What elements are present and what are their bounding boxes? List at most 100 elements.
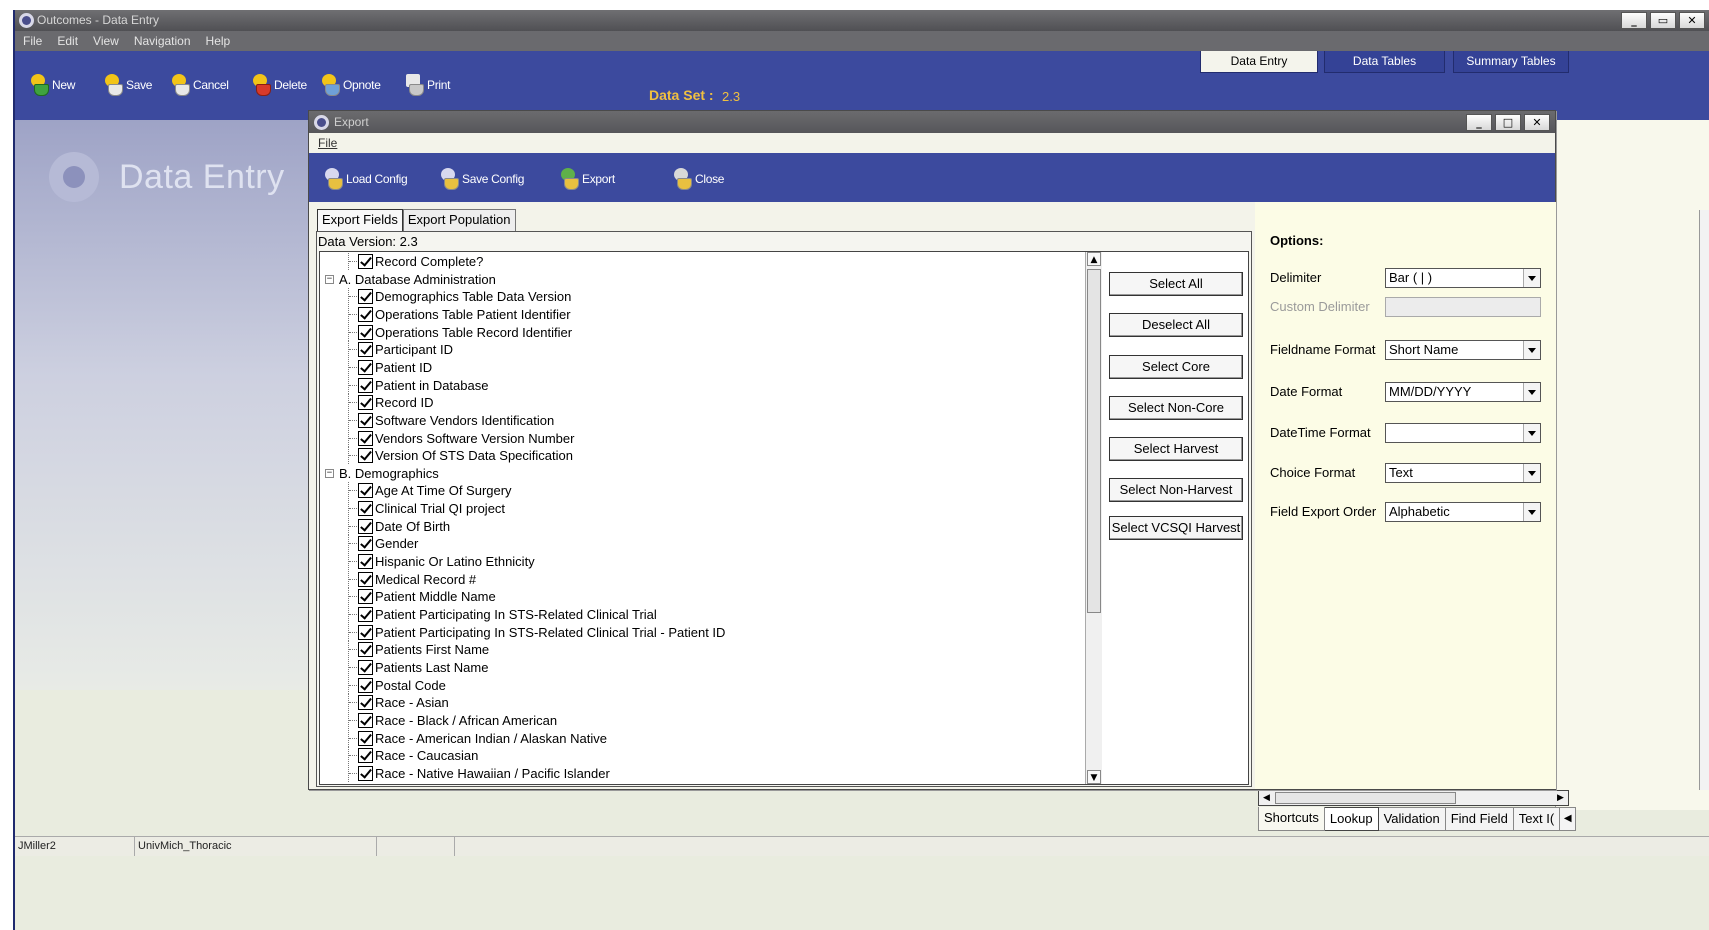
field-checkbox[interactable] <box>358 695 373 711</box>
tree-item[interactable]: Vendors Software Version Number <box>348 429 574 447</box>
tab-scroll-left-icon[interactable]: ◀ <box>1560 807 1577 831</box>
load-config-button[interactable]: Load Config <box>323 165 408 193</box>
field-checkbox[interactable] <box>358 571 373 587</box>
tree-item[interactable]: Date Of Birth <box>348 517 450 535</box>
field-checkbox[interactable] <box>358 659 373 675</box>
tab-lookup[interactable]: Lookup <box>1324 807 1379 831</box>
tree-item[interactable]: Patients First Name <box>348 641 489 659</box>
tab-export-fields[interactable]: Export Fields <box>317 209 403 231</box>
tab-find-field[interactable]: Find Field <box>1445 807 1514 831</box>
field-checkbox[interactable] <box>358 377 373 393</box>
scroll-right-icon[interactable]: ▶ <box>1553 791 1568 805</box>
choice-format-select[interactable]: Text <box>1385 463 1541 483</box>
field-checkbox[interactable] <box>358 324 373 340</box>
tree-item[interactable]: Hispanic Or Latino Ethnicity <box>348 553 535 571</box>
menu-file[interactable]: File <box>23 31 42 51</box>
delimiter-select[interactable]: Bar ( | ) <box>1385 268 1541 288</box>
tree-item[interactable]: Patient in Database <box>348 376 488 394</box>
chevron-down-icon[interactable] <box>1523 383 1540 401</box>
close-button[interactable]: ✕ <box>1679 12 1705 29</box>
field-checkbox[interactable] <box>358 589 373 605</box>
tree-item[interactable]: Race - Black / African American <box>348 711 557 729</box>
tree-group[interactable]: − B. Demographics <box>320 465 439 482</box>
field-checkbox[interactable] <box>358 748 373 764</box>
tree-item[interactable]: Demographics Table Data Version <box>348 288 571 306</box>
tree-item[interactable]: Operations Table Patient Identifier <box>348 305 571 323</box>
horizontal-scrollbar[interactable]: ◀ ▶ <box>1258 790 1569 806</box>
select-vcsqi-harvest-button[interactable]: Select VCSQI Harvest <box>1109 516 1243 540</box>
tab-export-population[interactable]: Export Population <box>402 209 516 231</box>
scroll-down-icon[interactable]: ▼ <box>1087 770 1101 784</box>
side-scrollbar[interactable] <box>1699 210 1709 790</box>
select-non-harvest-button[interactable]: Select Non-Harvest <box>1109 478 1243 502</box>
tree-item[interactable]: Patient Participating In STS-Related Cli… <box>348 606 657 623</box>
datetime-format-select[interactable] <box>1385 423 1541 443</box>
scroll-up-icon[interactable]: ▲ <box>1087 252 1101 266</box>
save-config-button[interactable]: Save Config <box>439 165 524 193</box>
chevron-down-icon[interactable] <box>1523 341 1540 359</box>
field-checkbox[interactable] <box>358 306 373 322</box>
print-button[interactable]: Print <box>404 71 450 99</box>
menu-help[interactable]: Help <box>206 31 231 51</box>
export-close-button[interactable]: ✕ <box>1524 114 1550 131</box>
deselect-all-button[interactable]: Deselect All <box>1109 313 1243 337</box>
field-checkbox[interactable] <box>358 395 373 411</box>
field-checkbox[interactable] <box>358 536 373 552</box>
tab-summary-tables[interactable]: Summary Tables <box>1453 51 1569 73</box>
new-button[interactable]: New <box>29 71 75 99</box>
field-export-order-select[interactable]: Alphabetic <box>1385 502 1541 522</box>
menu-navigation[interactable]: Navigation <box>134 31 191 51</box>
tab-data-entry[interactable]: Data Entry <box>1200 51 1318 73</box>
select-harvest-button[interactable]: Select Harvest <box>1109 437 1243 461</box>
tab-text[interactable]: Text I( <box>1513 807 1561 831</box>
tree-item[interactable]: Age At Time Of Surgery <box>348 482 512 500</box>
tree-item[interactable]: Software Vendors Identification <box>348 411 554 429</box>
collapse-icon[interactable]: − <box>325 468 334 478</box>
field-checkbox[interactable] <box>358 412 373 428</box>
select-core-button[interactable]: Select Core <box>1109 355 1243 379</box>
opnote-button[interactable]: Opnote <box>320 71 381 99</box>
tree-item[interactable]: Race - Caucasian <box>348 747 478 765</box>
chevron-down-icon[interactable] <box>1523 503 1540 521</box>
scroll-thumb[interactable] <box>1275 792 1456 804</box>
tree-item[interactable]: Clinical Trial QI project <box>348 500 505 518</box>
tree-item[interactable]: Patient Participating In STS-Related Cli… <box>348 623 725 641</box>
field-checkbox[interactable] <box>358 607 373 622</box>
main-title-bar[interactable]: Outcomes - Data Entry _ ▭ ✕ <box>15 10 1709 31</box>
tree-item[interactable]: Patient Middle Name <box>348 588 496 606</box>
field-checkbox[interactable] <box>358 483 373 499</box>
field-checkbox[interactable] <box>358 289 373 305</box>
tree-item[interactable]: Participant ID <box>348 341 453 359</box>
chevron-down-icon[interactable] <box>1523 269 1540 287</box>
tree-item[interactable]: Race - American Indian / Alaskan Native <box>348 729 607 747</box>
tree-item[interactable]: Patient ID <box>348 358 432 376</box>
tree-item[interactable]: Gender <box>348 535 418 553</box>
tree-item[interactable]: Operations Table Record Identifier <box>348 323 572 341</box>
select-non-core-button[interactable]: Select Non-Core <box>1109 396 1243 420</box>
restore-button[interactable]: ▭ <box>1650 12 1676 29</box>
export-menu-file[interactable]: File <box>318 136 337 150</box>
field-checkbox[interactable] <box>358 501 373 517</box>
export-maximize-button[interactable]: □ <box>1495 114 1521 131</box>
field-checkbox[interactable] <box>358 712 373 728</box>
tree-item[interactable]: Postal Code <box>348 676 446 694</box>
tree-item[interactable]: Record ID <box>348 394 434 412</box>
tree-item[interactable]: Race - Native Hawaiian / Pacific Islande… <box>348 764 610 782</box>
collapse-icon[interactable]: − <box>325 274 334 284</box>
tree-item[interactable]: Record Complete? <box>348 253 483 270</box>
close-button[interactable]: Close <box>672 165 724 193</box>
cancel-button[interactable]: Cancel <box>170 71 229 99</box>
tree-scroll-thumb[interactable] <box>1087 269 1101 613</box>
field-checkbox[interactable] <box>358 430 373 446</box>
tree-item[interactable]: Patients Last Name <box>348 658 488 676</box>
field-checkbox[interactable] <box>358 765 373 781</box>
menu-edit[interactable]: Edit <box>57 31 78 51</box>
minimize-button[interactable]: _ <box>1621 12 1647 29</box>
fieldname-format-select[interactable]: Short Name <box>1385 340 1541 360</box>
field-checkbox[interactable] <box>358 518 373 534</box>
chevron-down-icon[interactable] <box>1523 464 1540 482</box>
export-title-bar[interactable]: Export _ □ ✕ <box>309 111 1555 133</box>
delete-button[interactable]: Delete <box>251 71 307 99</box>
field-checkbox[interactable] <box>358 448 373 464</box>
date-format-select[interactable]: MM/DD/YYYY <box>1385 382 1541 402</box>
